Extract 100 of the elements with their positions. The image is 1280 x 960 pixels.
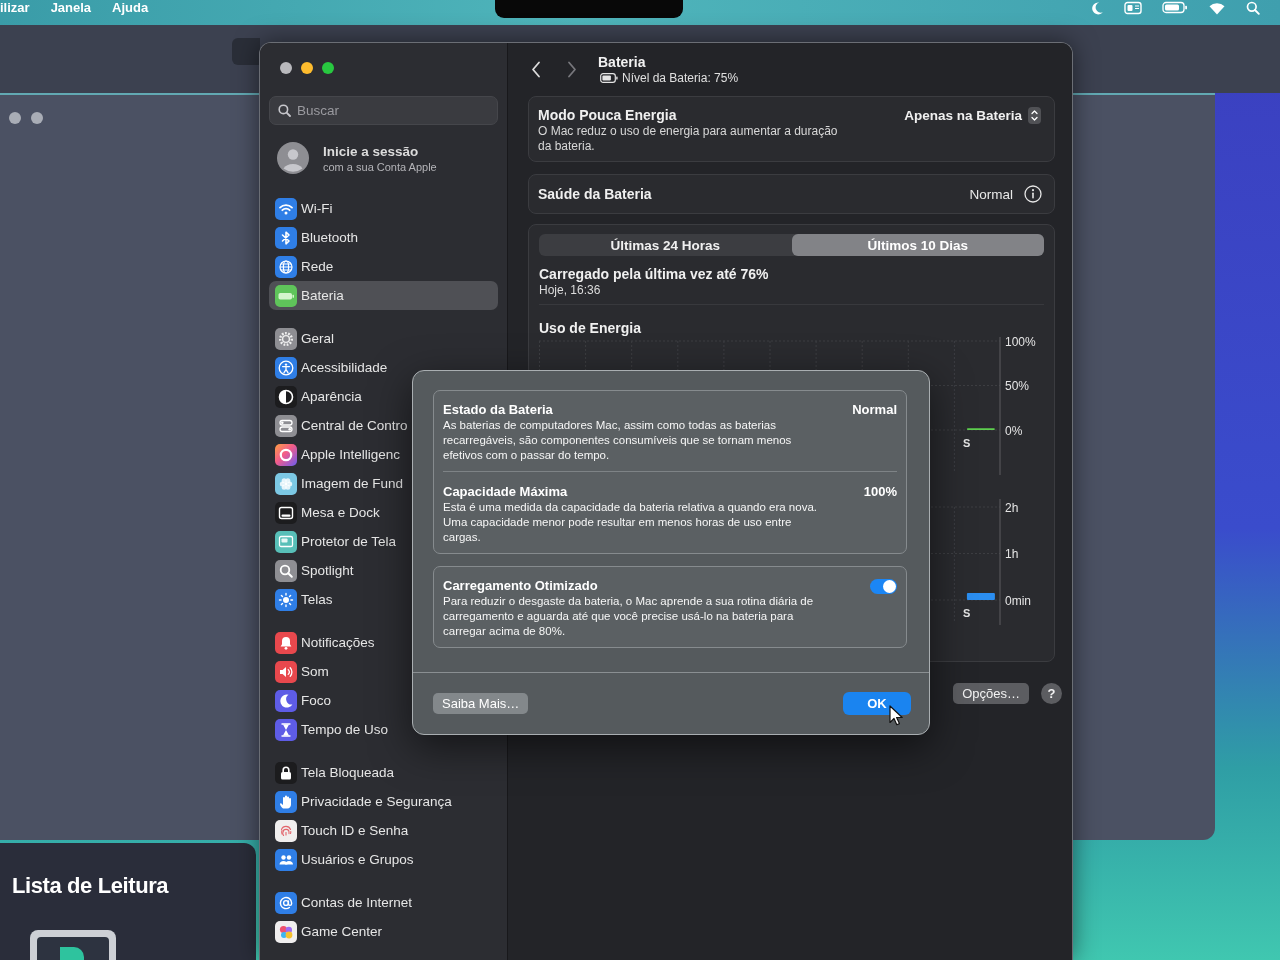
row-value: Normal xyxy=(852,402,897,418)
fingerprint-icon xyxy=(275,819,297,842)
row-title: Carregamento Otimizado xyxy=(443,578,598,594)
popup-button[interactable]: Apenas na Bateria xyxy=(904,106,1041,124)
toggles-icon xyxy=(275,414,297,437)
sidebar-item[interactable]: Geral xyxy=(269,324,340,353)
sidebar-item[interactable]: Usuários e Grupos xyxy=(269,845,420,874)
bubbles-icon xyxy=(275,920,297,943)
battery-icon xyxy=(275,284,297,307)
y-axis-label: 50% xyxy=(1005,379,1030,393)
avatar-icon xyxy=(277,142,309,174)
x-axis-label: S xyxy=(962,607,971,619)
sidebar-item[interactable]: Foco xyxy=(269,686,337,715)
battery-level-text: Nível da Bateria: 75% xyxy=(622,70,739,86)
setting-value: Normal xyxy=(969,186,1013,202)
sidebar-item[interactable]: Acessibilidade xyxy=(269,353,394,382)
y-axis-label: 2h xyxy=(1005,500,1019,515)
charge-title: Carregado pela última vez até 76% xyxy=(539,265,770,283)
help-button[interactable]: ? xyxy=(1041,683,1062,704)
hourglass-icon xyxy=(275,718,297,741)
row-title: Capacidade Máxima xyxy=(443,484,568,500)
setting-title: Modo Pouca Energia xyxy=(538,106,678,124)
sidebar-item[interactable]: Som xyxy=(269,657,335,686)
hand-icon xyxy=(275,790,297,813)
moon-icon xyxy=(275,689,297,712)
section-heading: Uso de Energia xyxy=(539,319,641,337)
charge-time: Hoje, 16:36 xyxy=(539,283,602,298)
chart-bar xyxy=(966,593,995,600)
row-description: As baterias de computadores Mac, assim como todas as baterias recarregáveis, são componentes consumíveis que se tornam menos efetivos com o passar do tempo. xyxy=(443,418,793,463)
sidebar-item[interactable]: Touch ID e Senha xyxy=(269,816,415,845)
y-axis-label: 100% xyxy=(1005,337,1036,349)
row-description: Esta é uma medida da capacidade da bateria relativa a quando era nova. Uma capacidade menor pode resultar em menos horas de uso entre cargas. xyxy=(443,500,818,545)
segment-tab[interactable]: Últimos 10 Dias xyxy=(791,234,1044,256)
page-title: Bateria xyxy=(598,53,647,71)
speaker-icon xyxy=(275,660,297,683)
battery-icon[interactable] xyxy=(1162,1,1188,14)
cursor-icon xyxy=(889,705,903,726)
sidebar-item[interactable]: Apple Intelligenc xyxy=(269,440,407,469)
sidebar-item[interactable]: Spotlight xyxy=(269,556,360,585)
sidebar-item[interactable]: Aparência xyxy=(269,382,368,411)
at-sign-icon xyxy=(275,891,297,914)
battery-icon xyxy=(600,73,618,83)
sidebar-item[interactable]: Game Center xyxy=(269,917,389,946)
sidebar-item[interactable]: Central de Contro xyxy=(269,411,414,440)
flower-icon xyxy=(275,472,297,495)
screen-icon xyxy=(275,530,297,553)
lock-icon xyxy=(275,761,297,784)
updown-chevron-icon xyxy=(1028,106,1041,124)
sidebar-item[interactable]: Wi-Fi xyxy=(269,194,339,223)
sidebar-item[interactable]: Imagem de Fund xyxy=(269,469,410,498)
secondary-button[interactable]: Saiba Mais… xyxy=(433,693,529,714)
y-axis-label: 0min xyxy=(1005,593,1031,608)
sidebar-item[interactable]: Tempo de Uso xyxy=(269,715,395,744)
sidebar-item[interactable]: Tela Bloqueada xyxy=(269,758,401,787)
sidebar-item[interactable]: Telas xyxy=(269,585,339,614)
sidebar-item[interactable]: Bluetooth xyxy=(269,223,365,252)
search-field[interactable]: Buscar xyxy=(269,96,498,125)
dock-icon xyxy=(275,501,297,524)
ok-button[interactable]: OK xyxy=(843,692,911,715)
row-value: 100% xyxy=(863,484,897,500)
toggle-switch[interactable] xyxy=(870,578,897,594)
ring-icon xyxy=(275,443,297,466)
minimize-button[interactable] xyxy=(301,62,313,74)
bell-icon xyxy=(275,631,297,654)
sidebar-item[interactable]: Rede xyxy=(269,252,340,281)
search-icon xyxy=(278,104,291,117)
row-title: Estado da Bateria xyxy=(443,402,553,418)
sidebar-item[interactable]: Protetor de Tela xyxy=(269,527,403,556)
wifi-icon xyxy=(275,197,297,220)
window-icon[interactable] xyxy=(1124,0,1142,15)
wifi-icon[interactable] xyxy=(1208,0,1226,15)
sidebar-item[interactable]: Contas de Internet xyxy=(269,888,419,917)
bluetooth-icon xyxy=(275,226,297,249)
search-icon[interactable] xyxy=(1246,0,1260,15)
y-axis-label: 1h xyxy=(1005,547,1019,561)
sidebar-item[interactable]: Privacidade e Segurança xyxy=(269,787,458,816)
segment-tab[interactable]: Últimas 24 Horas xyxy=(539,234,792,256)
y-axis-label: 0% xyxy=(1005,423,1023,438)
info-icon[interactable] xyxy=(1024,185,1042,203)
x-axis-label: S xyxy=(962,437,971,449)
panel-title: Lista de Leitura xyxy=(12,873,169,899)
setting-title: Saúde da Bateria xyxy=(538,185,652,203)
window-control-icon[interactable] xyxy=(31,112,43,124)
window-control-icon[interactable] xyxy=(9,112,21,124)
segmented-control[interactable]: Últimas 24 Horas Últimos 10 Dias xyxy=(539,234,1044,256)
sidebar-item[interactable]: Bateria xyxy=(269,281,498,310)
globe-icon xyxy=(275,255,297,278)
sun-icon xyxy=(275,588,297,611)
options-button[interactable]: Opções… xyxy=(953,683,1029,704)
gear-icon xyxy=(275,327,297,350)
sidebar-item[interactable]: Notificações xyxy=(269,628,381,657)
zoom-button[interactable] xyxy=(322,62,334,74)
setting-description: O Mac reduz o uso de energia para aumentar a duração da bateria. xyxy=(538,124,839,154)
sidebar-item[interactable]: Mesa e Dock xyxy=(269,498,386,527)
account-button[interactable]: Inicie a sessão com a sua Conta Apple xyxy=(269,138,437,178)
people-icon xyxy=(275,848,297,871)
search-icon xyxy=(275,559,297,582)
row-description: Para reduzir o desgaste da bateria, o Mac aprende a sua rotina diária de carregamento e aguarda até que você precise usá-lo na bateria para carregar acima de 80%. xyxy=(443,594,815,639)
chevron-left-icon[interactable] xyxy=(531,61,541,78)
moon-icon[interactable] xyxy=(1090,0,1104,15)
